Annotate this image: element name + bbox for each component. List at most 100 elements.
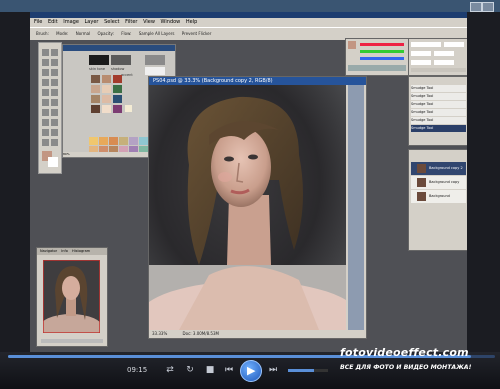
- play-button[interactable]: ▶: [240, 360, 262, 382]
- history-brush-tool-icon[interactable]: [51, 89, 58, 96]
- navigator-thumbnail-image: [39, 259, 103, 342]
- swatch-dark-brown[interactable]: [91, 105, 100, 113]
- swatch-skin-pale[interactable]: [102, 85, 111, 93]
- crop-tool-icon[interactable]: [42, 69, 49, 76]
- layer-row-background-copy[interactable]: Background copy: [411, 176, 466, 189]
- swatch-cyan[interactable]: [139, 137, 148, 145]
- gradient-tool-icon[interactable]: [51, 99, 58, 106]
- color-sliders-image: [348, 41, 406, 71]
- minimize-button[interactable]: [470, 2, 482, 12]
- swatch-orange[interactable]: [99, 137, 108, 145]
- swatch-green[interactable]: [113, 85, 122, 93]
- menu-file[interactable]: File: [34, 18, 42, 27]
- swatch-peach[interactable]: [102, 95, 111, 103]
- swatch-skin-light[interactable]: [91, 85, 100, 93]
- option-flow[interactable]: Flow:: [121, 28, 131, 40]
- option-sample-all-layers[interactable]: Sample All Layers: [139, 28, 175, 40]
- photoshop-screen: File Edit Image Layer Select Filter View…: [30, 12, 467, 352]
- history-state[interactable]: Smudge Tool: [411, 109, 466, 116]
- option-opacity[interactable]: Opacity:: [97, 28, 113, 40]
- swatch-orange-dark[interactable]: [109, 137, 118, 145]
- layer-thumbnail: [417, 178, 426, 187]
- smudge-tool-icon[interactable]: [42, 109, 49, 116]
- history-state[interactable]: Smudge Tool: [411, 93, 466, 100]
- shuffle-icon[interactable]: ⇄: [163, 364, 177, 376]
- swatch-black[interactable]: [89, 55, 109, 65]
- close-button[interactable]: [482, 2, 494, 12]
- stop-icon[interactable]: ■: [203, 364, 217, 376]
- layer-row-background[interactable]: Background: [411, 190, 466, 203]
- layer-row-background-copy-2[interactable]: Background copy 2: [411, 162, 466, 175]
- history-state-current[interactable]: Smudge Tool: [411, 125, 466, 132]
- swatch-ochre[interactable]: [119, 137, 128, 145]
- navigator-panel: Navigator Info Histogram: [36, 247, 108, 347]
- type-tool-icon[interactable]: [51, 119, 58, 126]
- swatch-yellow[interactable]: [89, 137, 98, 145]
- option-brush[interactable]: Brush:: [36, 28, 49, 40]
- slice-tool-icon[interactable]: [51, 69, 58, 76]
- swatch-label-accent: accent: [121, 73, 133, 77]
- navigator-preview[interactable]: [39, 259, 103, 342]
- swatch-red[interactable]: [113, 75, 122, 83]
- stamp-tool-icon[interactable]: [42, 89, 49, 96]
- document-status-bar: 33.33% Doc: 3.00M/8.53M: [149, 330, 366, 338]
- document-zoom-readout[interactable]: 33.33%: [152, 331, 167, 336]
- document-vertical-scrollbar[interactable]: [348, 85, 364, 330]
- menu-window[interactable]: Window: [161, 18, 181, 27]
- background-color-swatch[interactable]: [48, 157, 58, 167]
- tab-navigator[interactable]: Navigator: [40, 249, 57, 253]
- pen-tool-icon[interactable]: [42, 119, 49, 126]
- history-state[interactable]: Smudge Tool: [411, 85, 466, 92]
- history-panel: Smudge Tool Smudge Tool Smudge Tool Smud…: [408, 76, 467, 146]
- menu-layer[interactable]: Layer: [85, 18, 99, 27]
- marquee-tool-icon[interactable]: [51, 49, 58, 56]
- eraser-tool-icon[interactable]: [42, 99, 49, 106]
- history-state[interactable]: Smudge Tool: [411, 117, 466, 124]
- swatch-lavender[interactable]: [129, 137, 138, 145]
- menu-filter[interactable]: Filter: [125, 18, 137, 27]
- option-prevent-flicker[interactable]: Prevent Flicker: [182, 28, 212, 40]
- swatch-ivory[interactable]: [125, 105, 132, 112]
- navigator-zoom-slider[interactable]: [41, 339, 103, 343]
- swatch-blue[interactable]: [113, 95, 122, 103]
- swatch-tan[interactable]: [102, 75, 111, 83]
- move-tool-icon[interactable]: [42, 49, 49, 56]
- healing-tool-icon[interactable]: [42, 79, 49, 86]
- swatch-label-skin: skin tone: [89, 67, 106, 71]
- repeat-icon[interactable]: ↻: [183, 364, 197, 376]
- swatch-brown[interactable]: [91, 75, 100, 83]
- magic-wand-tool-icon[interactable]: [51, 59, 58, 66]
- menu-help[interactable]: Help: [186, 18, 197, 27]
- hand-tool-icon[interactable]: [42, 139, 49, 146]
- navigator-tabs: Navigator Info Histogram: [37, 248, 107, 255]
- swatch-white[interactable]: [145, 67, 165, 75]
- swatch-purple[interactable]: [113, 105, 122, 113]
- menu-view[interactable]: View: [143, 18, 155, 27]
- tab-info[interactable]: Info: [61, 249, 68, 253]
- brush-tool-icon[interactable]: [51, 79, 58, 86]
- watermark-site: fotovideoeffect.com: [340, 346, 469, 359]
- shape-tool-icon[interactable]: [51, 129, 58, 136]
- option-mode-value[interactable]: Normal: [76, 28, 90, 40]
- document-title-bar: PS04.psd @ 33.3% (Background copy 2, RGB…: [149, 77, 366, 85]
- history-state[interactable]: Smudge Tool: [411, 101, 466, 108]
- dodge-tool-icon[interactable]: [51, 109, 58, 116]
- option-mode: Mode:: [56, 31, 69, 36]
- menu-select[interactable]: Select: [104, 18, 119, 27]
- path-select-tool-icon[interactable]: [42, 129, 49, 136]
- tab-histogram[interactable]: Histogram: [72, 249, 90, 253]
- lasso-tool-icon[interactable]: [42, 59, 49, 66]
- zoom-tool-icon[interactable]: [51, 139, 58, 146]
- swatch-mid-skin[interactable]: [91, 95, 100, 103]
- play-icon: ▶: [247, 364, 256, 377]
- swatch-cream[interactable]: [102, 105, 111, 113]
- previous-icon[interactable]: ⏮: [222, 364, 236, 376]
- swatch-dark-gray[interactable]: [111, 55, 131, 65]
- next-icon[interactable]: ⏭: [266, 364, 280, 376]
- menu-edit[interactable]: Edit: [48, 18, 58, 27]
- painting-canvas[interactable]: [149, 85, 346, 330]
- reference-doc-title-bar: [63, 45, 175, 51]
- menu-image[interactable]: Image: [63, 18, 79, 27]
- swatch-gray[interactable]: [145, 55, 165, 65]
- window-title-bar: [0, 0, 500, 12]
